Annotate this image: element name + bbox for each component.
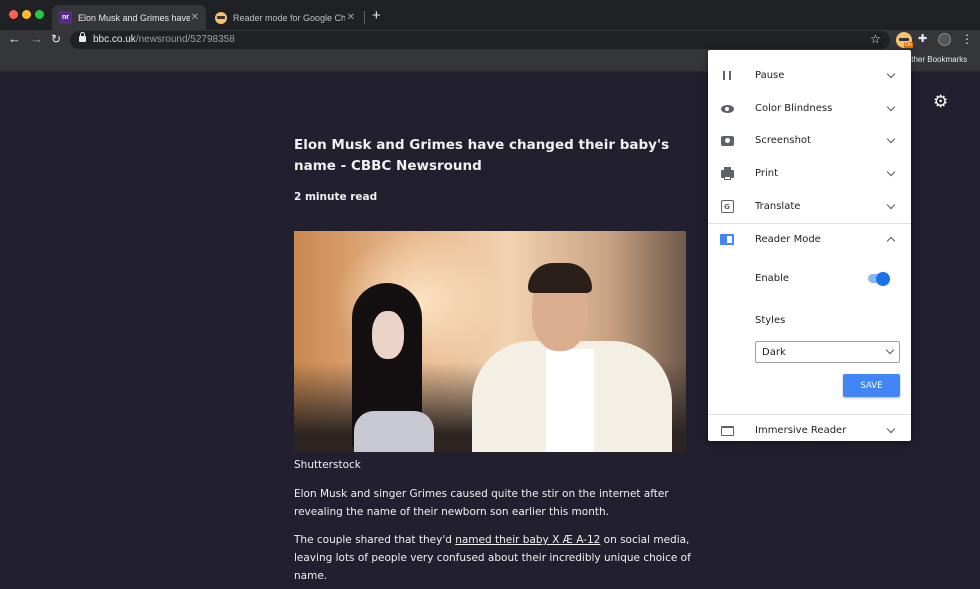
browser-toolbar: ← → ↻ bbc.co.uk/newsround/52798358 ☆ On … [0,30,980,50]
translate-icon: G [720,200,734,214]
tab-title: Reader mode for Google Chrome [233,12,345,23]
maximize-window-button[interactable] [35,10,44,19]
menu-item-label: Translate [755,201,801,212]
newsround-favicon-icon: nr [59,11,72,24]
chevron-down-icon [886,134,896,143]
url-path: /newsround/52798358 [135,34,235,45]
camera-icon [720,134,734,148]
immersive-reader-icon [720,424,734,438]
menu-item-reader-mode[interactable]: Reader Mode [708,223,911,256]
menu-item-screenshot[interactable]: Screenshot [708,124,911,157]
address-bar[interactable]: bbc.co.uk/newsround/52798358 ☆ [70,31,890,49]
forward-arrow-icon[interactable]: → [30,31,43,46]
read-time: 2 minute read [294,191,378,203]
printer-icon [720,166,734,181]
minimize-window-button[interactable] [22,10,31,19]
chevron-down-icon [886,69,896,78]
extensions-puzzle-icon[interactable]: ✚ [918,32,927,45]
tab-title: Elon Musk and Grimes have changed their … [78,12,190,23]
article-photo [294,231,686,452]
tab-close-icon[interactable]: ✕ [191,12,199,23]
enable-label: Enable [755,273,790,284]
menu-item-label: Reader Mode [755,234,821,245]
paragraph-text: The couple shared that they'd [294,534,456,546]
chevron-up-icon [886,236,896,246]
menu-item-pause[interactable]: Pause [708,59,911,92]
other-bookmarks[interactable]: Other Bookmarks [905,55,967,64]
url-text[interactable]: bbc.co.uk/newsround/52798358 [93,34,235,45]
styles-label: Styles [755,315,786,326]
baby-name-link[interactable]: named their baby X Æ A-12 [455,534,600,546]
photo-caption: Shutterstock [294,459,361,471]
menu-item-print[interactable]: Print [708,157,911,190]
menu-item-translate[interactable]: G Translate [708,190,911,223]
menu-item-label: Color Blindness [755,103,833,114]
new-tab-icon[interactable]: + [372,7,381,24]
extension-popup: Pause Color Blindness Screenshot Print G… [708,50,911,441]
close-window-button[interactable] [9,10,18,19]
chevron-down-icon [885,345,895,355]
more-menu-icon[interactable]: ⋮ [961,32,973,46]
styles-select[interactable]: Dark [755,341,900,363]
settings-gear-icon[interactable]: ⚙ [933,92,948,112]
reader-mode-favicon-icon [215,11,227,24]
menu-item-color-blindness[interactable]: Color Blindness [708,92,911,125]
menu-item-label: Print [755,168,779,179]
chevron-down-icon [886,424,896,433]
tab-reader-mode[interactable]: Reader mode for Google Chrome ✕ [208,5,362,30]
bookmark-star-icon[interactable]: ☆ [870,32,881,46]
menu-item-label: Screenshot [755,135,811,146]
extension-badge: On [904,42,913,48]
styles-select-value: Dark [762,347,786,358]
menu-item-label: Pause [755,70,785,81]
url-host: bbc.co.uk [93,34,136,45]
enable-toggle-knob[interactable] [876,272,890,286]
menu-item-label: Immersive Reader [755,425,847,436]
chevron-down-icon [886,167,896,176]
paragraph: The couple shared that they'd named thei… [294,531,694,585]
save-button[interactable]: SAVE [843,374,900,397]
profile-avatar[interactable] [938,33,951,46]
article-headline: Elon Musk and Grimes have changed their … [294,137,670,174]
reader-mode-icon [720,233,734,247]
tab-strip: nr Elon Musk and Grimes have changed the… [0,0,980,30]
menu-item-immersive-reader[interactable]: Immersive Reader [708,414,911,441]
paragraph: Elon Musk and singer Grimes caused quite… [294,488,669,518]
lock-icon[interactable] [79,32,86,42]
eye-icon [720,102,734,116]
tab-close-icon[interactable]: ✕ [347,12,355,23]
chevron-down-icon [886,102,896,111]
back-arrow-icon[interactable]: ← [8,31,21,46]
pause-icon [720,69,734,83]
reader-mode-extension-icon[interactable]: On [896,32,913,48]
tab-separator [364,11,365,24]
tab-newsround[interactable]: nr Elon Musk and Grimes have changed the… [52,5,206,30]
reload-icon[interactable]: ↻ [51,32,61,46]
chevron-down-icon [886,200,896,209]
